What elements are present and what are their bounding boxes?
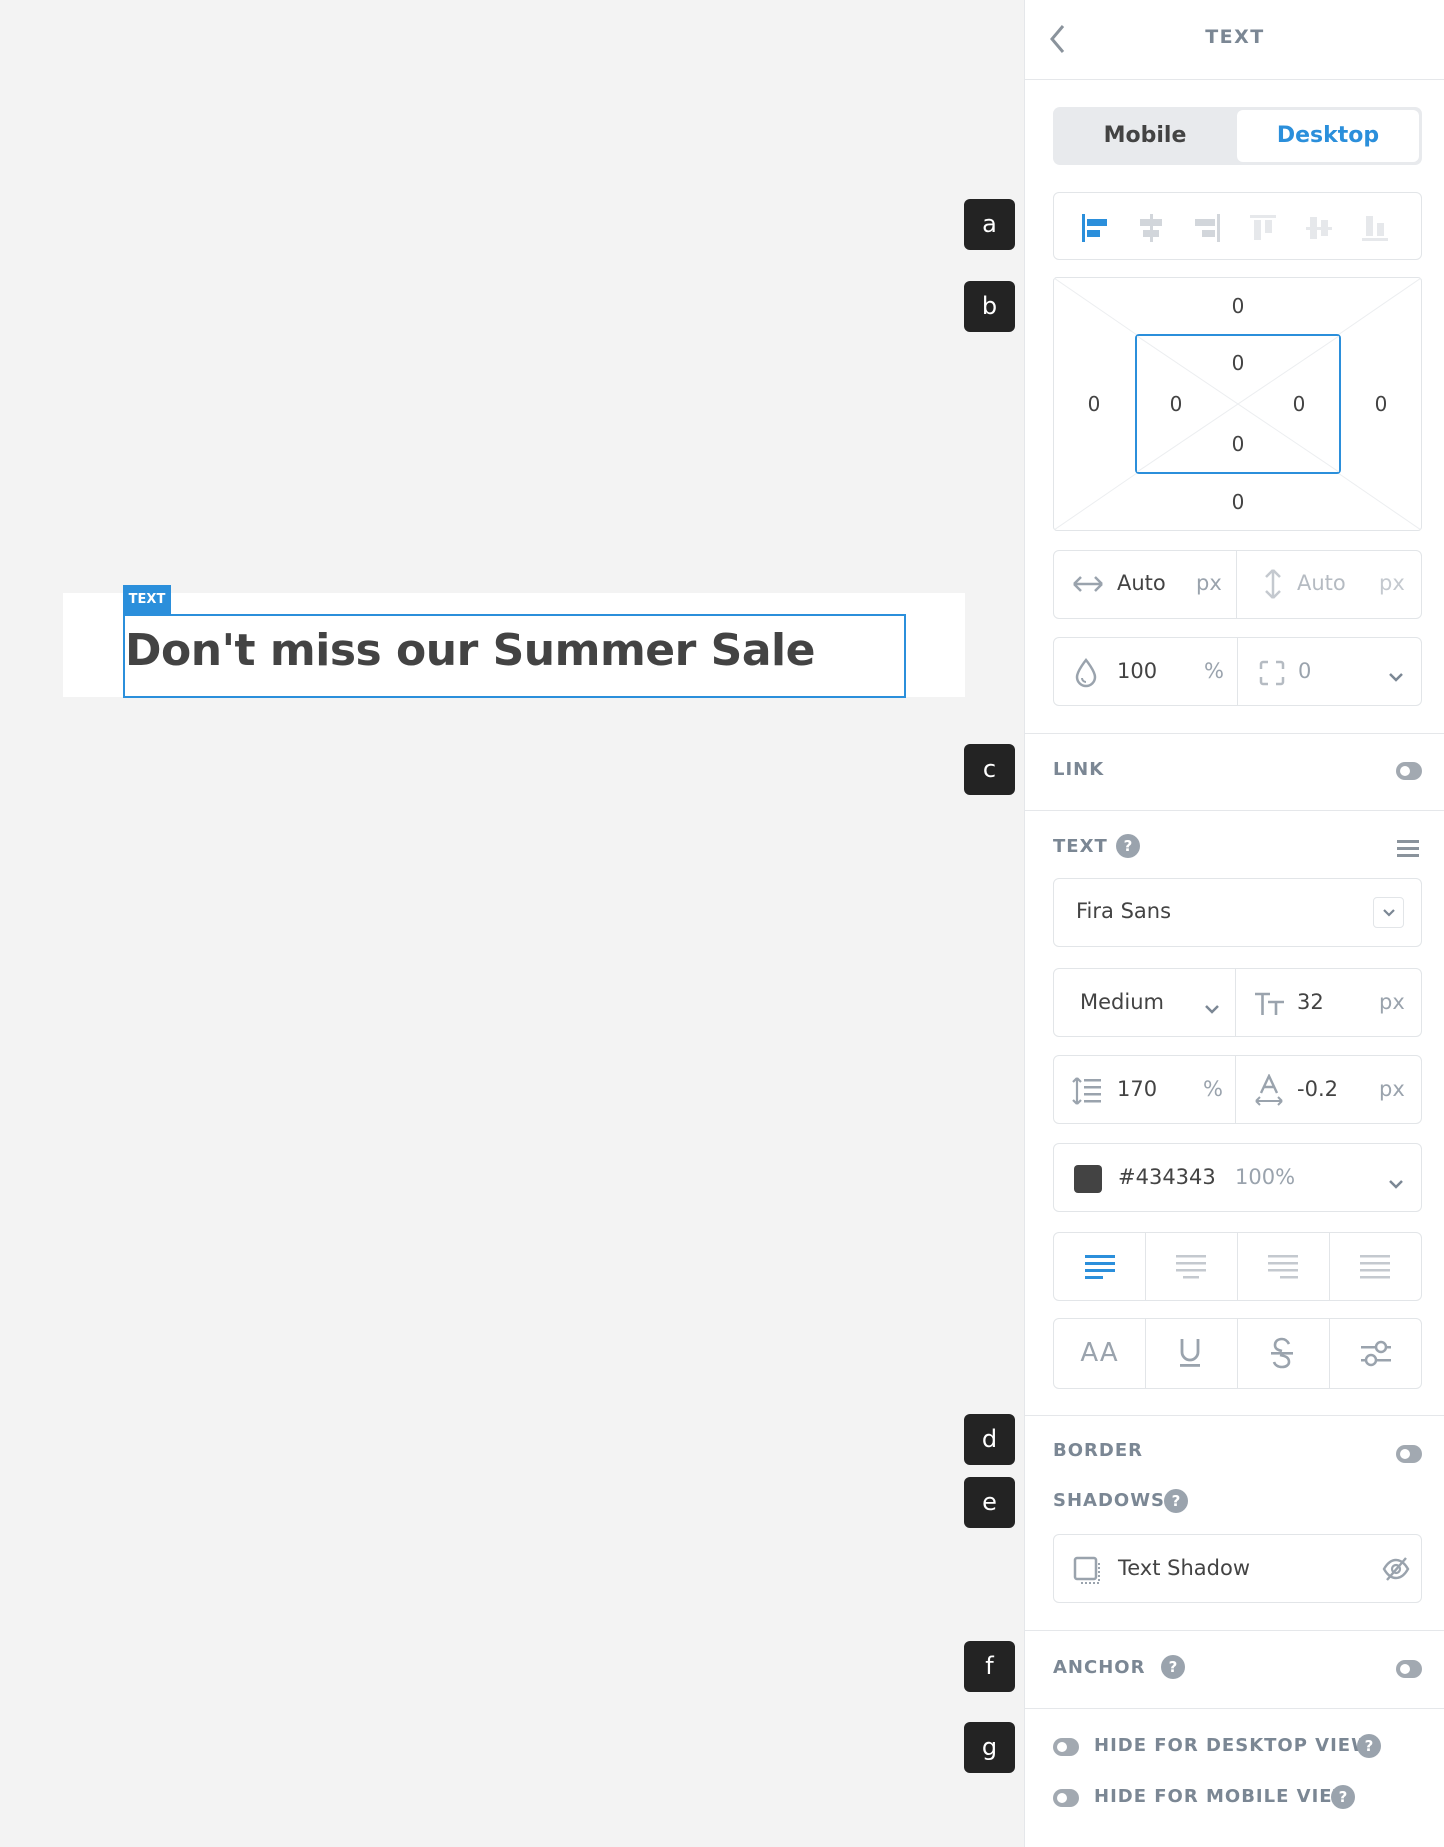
shadows-label: SHADOWS xyxy=(1053,1490,1166,1511)
height-input[interactable]: Auto xyxy=(1297,571,1346,595)
padding-left-input[interactable]: 0 xyxy=(1156,392,1196,416)
font-weight-select[interactable]: Medium xyxy=(1080,990,1164,1014)
marker-g: g xyxy=(964,1722,1015,1773)
letter-spacing-unit: px xyxy=(1379,1077,1405,1101)
color-hex-input[interactable]: #434343 xyxy=(1118,1165,1216,1189)
hide-mobile-label: HIDE FOR MOBILE VIEW xyxy=(1094,1786,1354,1807)
font-size-icon xyxy=(1254,991,1286,1021)
align-bottom-icon[interactable] xyxy=(1360,213,1390,247)
text-help-icon[interactable]: ? xyxy=(1116,834,1140,858)
align-left-icon[interactable] xyxy=(1080,213,1110,247)
strikethrough-icon[interactable] xyxy=(1270,1337,1294,1373)
font-weight-size-controls: Medium 32 px xyxy=(1053,968,1422,1037)
alignment-toolbar xyxy=(1053,192,1422,260)
text-shadow-label: Text Shadow xyxy=(1118,1556,1251,1580)
link-toggle[interactable] xyxy=(1396,762,1422,780)
text-align-left-icon[interactable] xyxy=(1085,1253,1115,1285)
width-input[interactable]: Auto xyxy=(1117,571,1166,595)
hide-desktop-label: HIDE FOR DESKTOP VIEW xyxy=(1094,1735,1372,1756)
margin-bottom-input[interactable]: 0 xyxy=(1218,490,1258,514)
align-center-h-icon[interactable] xyxy=(1136,213,1166,247)
margin-top-input[interactable]: 0 xyxy=(1218,294,1258,318)
shadow-layer-icon xyxy=(1073,1556,1103,1590)
opacity-drop-icon xyxy=(1074,658,1098,692)
border-label: BORDER xyxy=(1053,1440,1143,1461)
text-section-label: TEXT xyxy=(1053,836,1108,857)
align-middle-v-icon[interactable] xyxy=(1304,213,1334,247)
text-align-right-icon[interactable] xyxy=(1268,1253,1298,1285)
width-unit[interactable]: px xyxy=(1196,571,1222,595)
properties-panel: TEXT Mobile Desktop 0 0 0 0 0 0 0 0 Auto… xyxy=(1024,0,1444,1847)
padding-bottom-input[interactable]: 0 xyxy=(1218,432,1258,456)
opacity-input[interactable]: 100 xyxy=(1117,659,1157,683)
height-unit[interactable]: px xyxy=(1379,571,1405,595)
anchor-label: ANCHOR xyxy=(1053,1657,1146,1678)
font-size-unit: px xyxy=(1379,990,1405,1014)
link-label: LINK xyxy=(1053,759,1105,780)
marker-b: b xyxy=(964,281,1015,332)
text-align-toolbar xyxy=(1053,1232,1422,1301)
padding-right-input[interactable]: 0 xyxy=(1279,392,1319,416)
anchor-help-icon[interactable]: ? xyxy=(1161,1655,1185,1679)
color-swatch[interactable] xyxy=(1074,1165,1102,1193)
font-family-dropdown-button[interactable] xyxy=(1373,897,1404,928)
size-controls: Auto px Auto px xyxy=(1053,550,1422,619)
align-top-icon[interactable] xyxy=(1248,213,1278,247)
hide-desktop-toggle[interactable] xyxy=(1053,1738,1079,1756)
corner-radius-icon xyxy=(1259,660,1285,690)
marker-a: a xyxy=(964,199,1015,250)
marker-f: f xyxy=(964,1641,1015,1692)
hide-mobile-toggle[interactable] xyxy=(1053,1789,1079,1807)
letter-spacing-input[interactable]: -0.2 xyxy=(1297,1077,1338,1101)
radius-input[interactable]: 0 xyxy=(1298,659,1311,683)
opacity-radius-controls: 100 % 0 xyxy=(1053,637,1422,706)
text-align-justify-icon[interactable] xyxy=(1360,1253,1390,1285)
shadows-help-icon[interactable]: ? xyxy=(1164,1489,1188,1513)
anchor-toggle[interactable] xyxy=(1396,1660,1422,1678)
hide-mobile-help-icon[interactable]: ? xyxy=(1331,1785,1355,1809)
margin-left-input[interactable]: 0 xyxy=(1074,392,1114,416)
tab-desktop[interactable]: Desktop xyxy=(1237,110,1419,162)
element-type-tag: TEXT xyxy=(123,585,171,615)
font-weight-chevron-down-icon[interactable] xyxy=(1204,999,1220,1018)
spacing-editor: 0 0 0 0 0 0 0 0 xyxy=(1053,277,1422,531)
marker-c: c xyxy=(964,744,1015,795)
editor-canvas xyxy=(0,0,1024,1847)
hide-desktop-help-icon[interactable]: ? xyxy=(1357,1734,1381,1758)
panel-title: TEXT xyxy=(1205,26,1265,48)
line-height-icon xyxy=(1072,1076,1102,1110)
height-arrows-icon xyxy=(1262,568,1284,604)
text-settings-sliders-icon[interactable] xyxy=(1360,1339,1392,1373)
align-right-icon[interactable] xyxy=(1192,213,1222,247)
device-toggle: Mobile Desktop xyxy=(1053,107,1422,165)
tab-mobile[interactable]: Mobile xyxy=(1053,107,1237,165)
width-arrows-icon xyxy=(1072,573,1104,599)
font-size-input[interactable]: 32 xyxy=(1297,990,1324,1014)
text-color-picker[interactable]: #434343 100% xyxy=(1053,1143,1422,1212)
text-shadow-item[interactable]: Text Shadow xyxy=(1053,1534,1422,1603)
headline-text[interactable]: Don't miss our Summer Sale xyxy=(125,625,815,676)
line-height-unit: % xyxy=(1203,1077,1223,1101)
font-family-select[interactable]: Fira Sans xyxy=(1053,878,1422,947)
eye-slash-icon[interactable] xyxy=(1382,1557,1410,1585)
text-align-center-icon[interactable] xyxy=(1176,1253,1206,1285)
line-height-input[interactable]: 170 xyxy=(1117,1077,1157,1101)
opacity-unit: % xyxy=(1204,659,1224,683)
border-toggle[interactable] xyxy=(1396,1445,1422,1463)
color-chevron-down-icon[interactable] xyxy=(1388,1174,1404,1193)
radius-chevron-down-icon[interactable] xyxy=(1388,667,1404,686)
color-opacity-input[interactable]: 100% xyxy=(1235,1165,1295,1189)
line-letter-spacing-controls: 170 % -0.2 px xyxy=(1053,1055,1422,1124)
text-menu-icon[interactable] xyxy=(1397,838,1419,862)
padding-top-input[interactable]: 0 xyxy=(1218,351,1258,375)
text-style-toolbar: AA xyxy=(1053,1318,1422,1389)
font-family-value: Fira Sans xyxy=(1076,899,1172,923)
uppercase-button[interactable]: AA xyxy=(1054,1338,1145,1368)
marker-e: e xyxy=(964,1477,1015,1528)
marker-d: d xyxy=(964,1414,1015,1465)
margin-right-input[interactable]: 0 xyxy=(1361,392,1401,416)
underline-icon[interactable] xyxy=(1178,1337,1202,1373)
letter-spacing-icon xyxy=(1254,1073,1284,1110)
